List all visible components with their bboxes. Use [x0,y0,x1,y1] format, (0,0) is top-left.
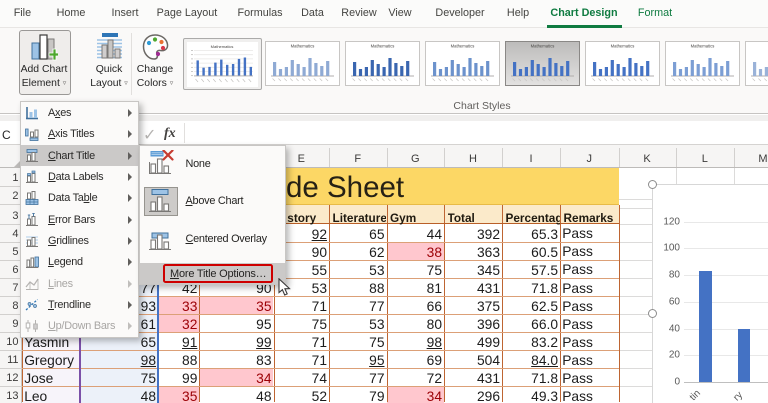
svg-text:Mathematics: Mathematics [211,44,234,49]
svg-text:Mathematics: Mathematics [691,44,715,49]
svg-text:Mathematics: Mathematics [291,44,315,49]
svg-text:Mathematics: Mathematics [371,44,395,49]
svg-text:Mathematics: Mathematics [531,44,555,49]
svg-text:Mathematics: Mathematics [451,44,475,49]
svg-text:Mathematics: Mathematics [611,44,635,49]
